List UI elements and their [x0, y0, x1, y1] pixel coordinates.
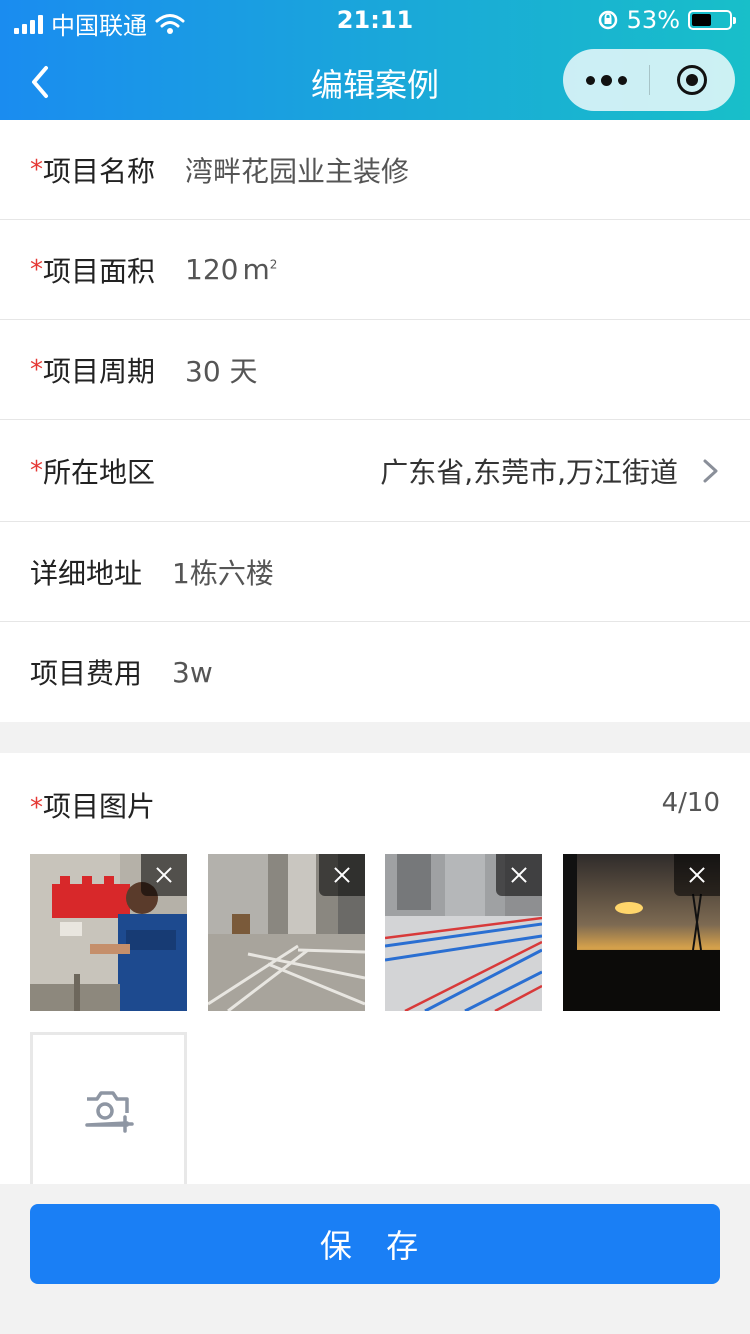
field-project-cost[interactable]: 项目费用 3w	[0, 622, 750, 722]
target-close-icon	[677, 65, 707, 95]
required-mark: *	[30, 793, 43, 823]
battery-icon	[688, 10, 736, 30]
detailed-address-input[interactable]: 1栋六楼	[172, 552, 274, 592]
field-detailed-address[interactable]: 详细地址 1栋六楼	[0, 522, 750, 622]
photos-count: 4/10	[661, 788, 720, 818]
save-button[interactable]: 保 存	[30, 1204, 720, 1284]
required-mark: *	[30, 354, 43, 385]
remove-photo-button[interactable]	[674, 854, 720, 896]
area-unit-sup: 2	[269, 257, 278, 272]
more-button[interactable]	[563, 49, 649, 111]
mini-program-capsule	[563, 49, 735, 111]
field-label: 项目名称	[43, 154, 156, 188]
required-mark: *	[30, 455, 43, 486]
remove-photo-button[interactable]	[496, 854, 542, 896]
required-mark: *	[30, 254, 43, 285]
status-right: 53%	[597, 6, 736, 34]
case-form: * 项目名称 湾畔花园业主装修 * 项目面积 120 m2 * 项目周期 30 天…	[0, 120, 750, 722]
photo-thumb[interactable]	[563, 854, 720, 1011]
battery-percent: 53%	[626, 6, 680, 34]
field-region[interactable]: * 所在地区 广东省,东莞市,万江街道	[0, 420, 750, 522]
area-value: 120	[185, 253, 239, 286]
field-project-period[interactable]: * 项目周期 30 天	[0, 320, 750, 420]
rotation-lock-icon	[598, 10, 617, 30]
camera-plus-icon	[84, 1090, 134, 1133]
project-name-input[interactable]: 湾畔花园业主装修	[185, 150, 409, 190]
project-period-input[interactable]: 30 天	[185, 350, 258, 390]
header: 中国联通 21:11 53% 编辑案例	[0, 0, 750, 120]
field-label: 所在地区	[43, 455, 156, 489]
field-label: 项目面积	[43, 254, 156, 288]
more-dots-icon	[585, 75, 595, 85]
photo-thumb[interactable]	[208, 854, 365, 1011]
status-bar: 中国联通 21:11 53%	[0, 0, 750, 40]
photo-thumb[interactable]	[30, 854, 187, 1011]
field-project-area[interactable]: * 项目面积 120 m2	[0, 220, 750, 320]
project-area-input[interactable]: 120 m2	[185, 253, 277, 286]
photos-title: *项目图片	[30, 785, 155, 825]
field-label: 项目周期	[43, 354, 156, 388]
photo-thumb[interactable]	[385, 854, 542, 1011]
photos-section: *项目图片 4/10	[0, 753, 750, 1184]
section-gap	[0, 723, 750, 753]
field-label: 详细地址	[30, 556, 143, 590]
region-picker-value[interactable]: 广东省,东莞市,万江街道	[380, 451, 678, 491]
photos-label: 项目图片	[43, 790, 156, 823]
field-project-name[interactable]: * 项目名称 湾畔花园业主装修	[0, 120, 750, 220]
remove-photo-button[interactable]	[141, 854, 187, 896]
footer: 保 存	[0, 1184, 750, 1334]
project-cost-input[interactable]: 3w	[172, 656, 213, 689]
add-photo-button[interactable]	[30, 1032, 187, 1184]
area-unit: m	[242, 253, 270, 286]
battery-fill	[692, 14, 711, 26]
remove-photo-button[interactable]	[319, 854, 365, 896]
field-label: 项目费用	[30, 657, 143, 690]
required-mark: *	[30, 154, 43, 185]
close-mini-program-button[interactable]	[649, 49, 735, 111]
chevron-right-icon	[703, 459, 718, 483]
